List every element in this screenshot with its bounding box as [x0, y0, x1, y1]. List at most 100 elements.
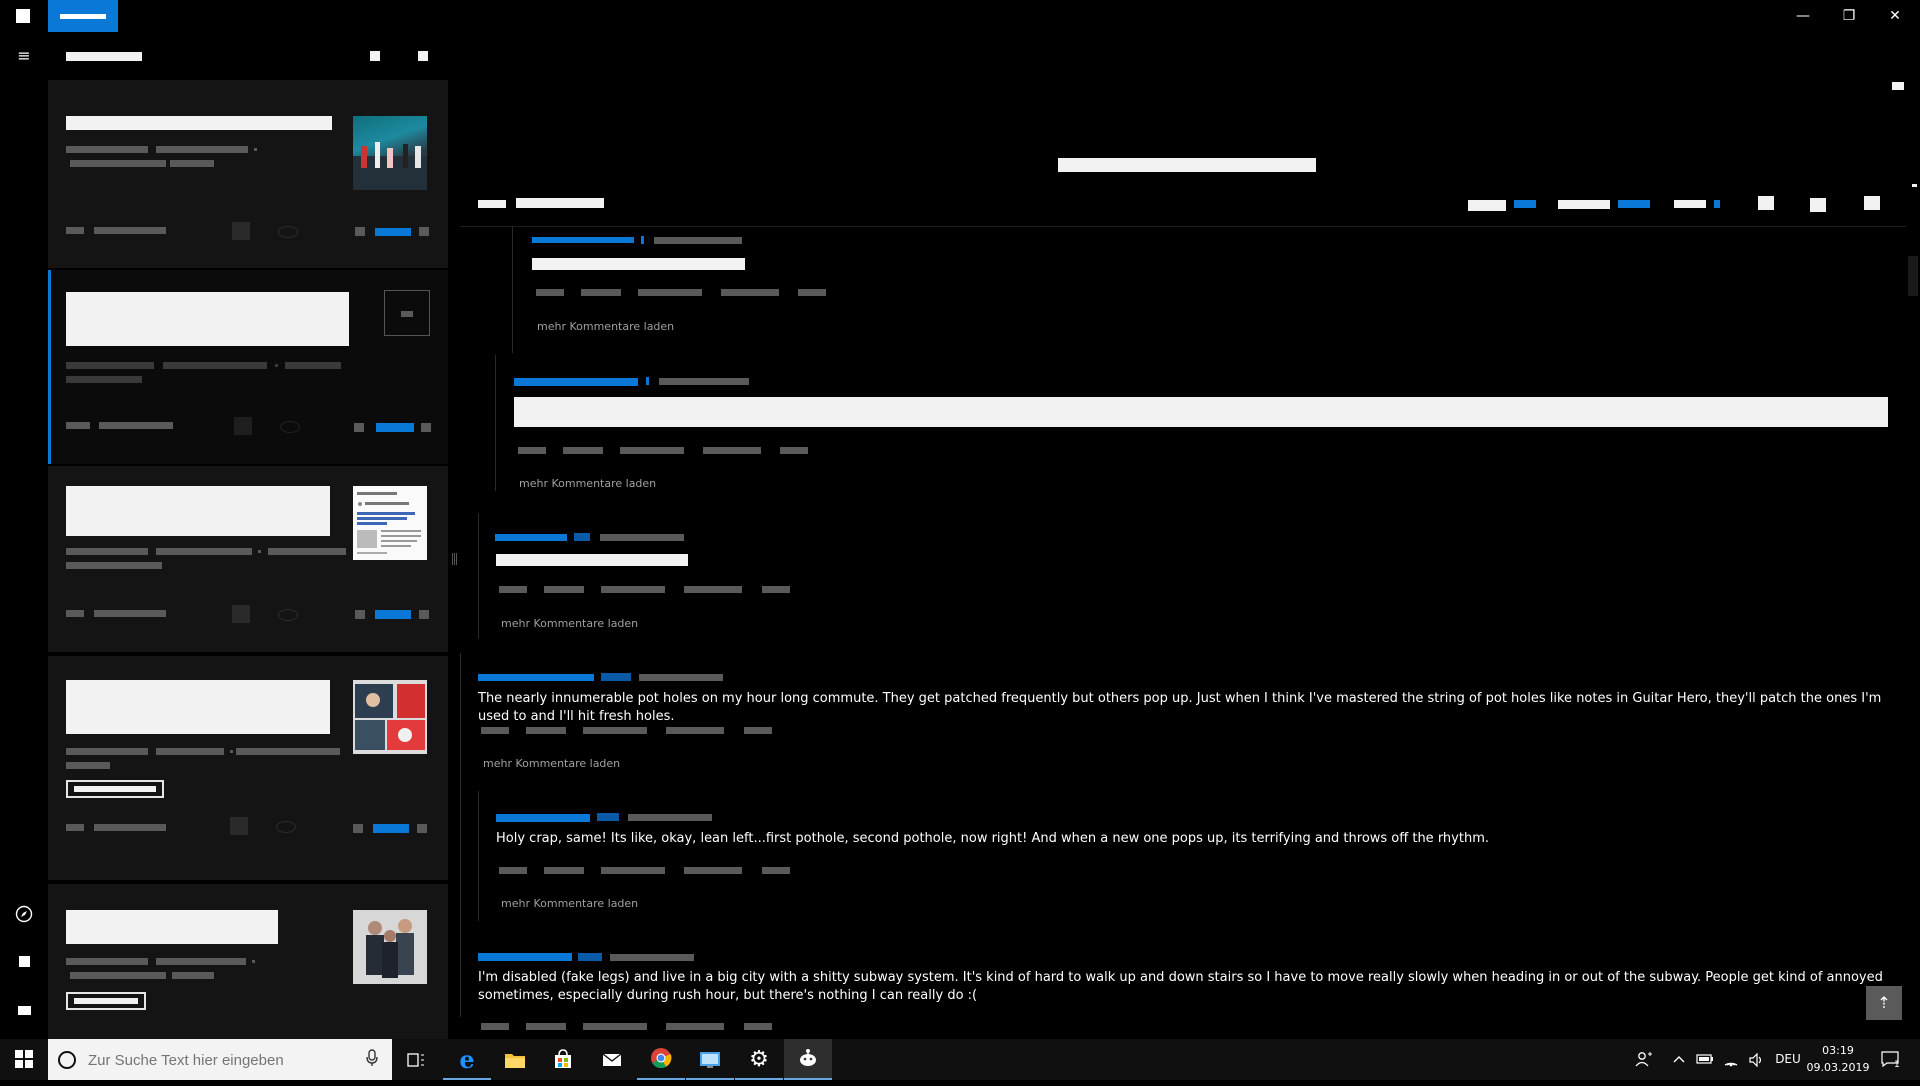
chevron-up-icon[interactable] [1666, 1039, 1692, 1080]
save-post-icon[interactable] [1810, 198, 1826, 212]
message-icon[interactable] [14, 1000, 34, 1020]
reddit-app-icon[interactable] [784, 1039, 832, 1080]
comment-action[interactable] [744, 1023, 772, 1030]
battery-icon[interactable] [1692, 1039, 1718, 1080]
comment-author-redacted[interactable] [478, 953, 572, 961]
comment-author-redacted[interactable] [495, 534, 567, 541]
load-more-comments[interactable]: mehr Kommentare laden [519, 477, 656, 490]
more-options-icon[interactable] [1864, 196, 1880, 210]
comment-action[interactable] [526, 1023, 566, 1030]
save-icon[interactable] [232, 222, 250, 240]
upvote-icon[interactable] [419, 610, 429, 619]
share-icon[interactable] [1758, 196, 1774, 210]
file-explorer-icon[interactable] [491, 1039, 539, 1080]
post-card[interactable] [48, 656, 448, 880]
post-card-selected[interactable] [48, 270, 448, 464]
app-title-tab[interactable] [48, 0, 118, 32]
comment-action[interactable] [526, 727, 566, 734]
comment-action[interactable] [544, 586, 584, 593]
post-thumbnail[interactable] [353, 116, 427, 190]
feed-filter-icon[interactable] [370, 51, 380, 61]
downvote-icon[interactable] [355, 610, 365, 619]
downvote-icon[interactable] [354, 423, 364, 432]
action-center-icon[interactable]: 1 [1872, 1039, 1908, 1080]
load-more-comments[interactable]: mehr Kommentare laden [501, 617, 638, 630]
mail-icon[interactable] [588, 1039, 636, 1080]
action-redacted[interactable] [1468, 200, 1506, 211]
eye-icon[interactable] [278, 609, 298, 621]
load-more-comments[interactable]: mehr Kommentare laden [537, 320, 674, 333]
scroll-to-top-button[interactable]: ⇡ [1866, 986, 1902, 1020]
post-card[interactable] [48, 80, 448, 268]
square-icon[interactable] [14, 952, 34, 972]
people-icon[interactable] [1628, 1039, 1660, 1080]
post-card[interactable] [48, 466, 448, 652]
minimize-button[interactable]: — [1780, 0, 1826, 32]
comment-action[interactable] [684, 867, 742, 874]
window-menu-icon[interactable] [1892, 82, 1904, 90]
comment-action[interactable] [544, 867, 584, 874]
comment-action[interactable] [601, 586, 665, 593]
comment-action[interactable] [638, 289, 702, 296]
downvote-icon[interactable] [353, 824, 363, 833]
comment-action[interactable] [620, 447, 684, 454]
edge-icon[interactable]: e [443, 1039, 491, 1080]
post-thumbnail[interactable] [353, 910, 427, 984]
wifi-icon[interactable] [1718, 1039, 1744, 1080]
comment-action[interactable] [481, 1023, 509, 1030]
comment-action[interactable] [583, 1023, 647, 1030]
scrollbar-thumb[interactable] [1908, 256, 1918, 296]
task-view-icon[interactable] [392, 1039, 440, 1080]
eye-icon[interactable] [278, 226, 298, 238]
start-button[interactable] [0, 1039, 48, 1080]
close-button[interactable]: ✕ [1872, 0, 1918, 32]
upvote-icon[interactable] [417, 824, 427, 833]
comment-action[interactable] [499, 586, 527, 593]
post-card[interactable] [48, 884, 448, 1039]
eye-icon[interactable] [276, 821, 296, 833]
microphone-icon[interactable] [366, 1049, 380, 1069]
menu-icon[interactable]: ≡ [14, 46, 34, 66]
post-thumbnail[interactable] [353, 486, 427, 560]
comment-action[interactable] [762, 586, 790, 593]
action-redacted[interactable] [1558, 200, 1610, 209]
post-thumbnail[interactable] [353, 680, 427, 754]
save-icon[interactable] [232, 605, 250, 623]
upvote-icon[interactable] [421, 423, 431, 432]
action-redacted[interactable] [1674, 200, 1706, 208]
comment-action[interactable] [563, 447, 603, 454]
chrome-icon[interactable] [637, 1039, 685, 1080]
comment-action[interactable] [518, 447, 546, 454]
settings-gear-icon[interactable]: ⚙ [735, 1039, 783, 1080]
comment-action[interactable] [601, 867, 665, 874]
comment-action[interactable] [583, 727, 647, 734]
upvote-icon[interactable] [419, 227, 429, 236]
restore-button[interactable]: ❐ [1826, 0, 1872, 32]
comment-author-redacted[interactable] [532, 237, 634, 243]
taskbar-search[interactable] [48, 1039, 392, 1080]
comment-action[interactable] [666, 1023, 724, 1030]
comment-action[interactable] [481, 727, 509, 734]
compass-icon[interactable] [14, 904, 34, 924]
comment-action[interactable] [684, 586, 742, 593]
text-post-icon[interactable] [384, 290, 430, 336]
sort-value-redacted[interactable] [516, 198, 604, 208]
comment-action[interactable] [581, 289, 621, 296]
comment-author-redacted[interactable] [478, 674, 594, 681]
comment-action[interactable] [721, 289, 779, 296]
comment-action[interactable] [744, 727, 772, 734]
comment-action[interactable] [703, 447, 761, 454]
comment-action[interactable] [798, 289, 826, 296]
volume-icon[interactable] [1744, 1039, 1770, 1080]
store-icon[interactable] [539, 1039, 587, 1080]
comment-action[interactable] [762, 867, 790, 874]
comments-scrollbar[interactable] [1906, 227, 1920, 1039]
comment-action[interactable] [780, 447, 808, 454]
comment-action[interactable] [499, 867, 527, 874]
comment-action[interactable] [536, 289, 564, 296]
panel-splitter[interactable] [448, 80, 460, 1039]
downvote-icon[interactable] [355, 227, 365, 236]
comment-author-redacted[interactable] [514, 378, 638, 386]
search-input[interactable] [86, 1049, 360, 1071]
clock[interactable]: 03:19 09.03.2019 [1798, 1042, 1878, 1076]
